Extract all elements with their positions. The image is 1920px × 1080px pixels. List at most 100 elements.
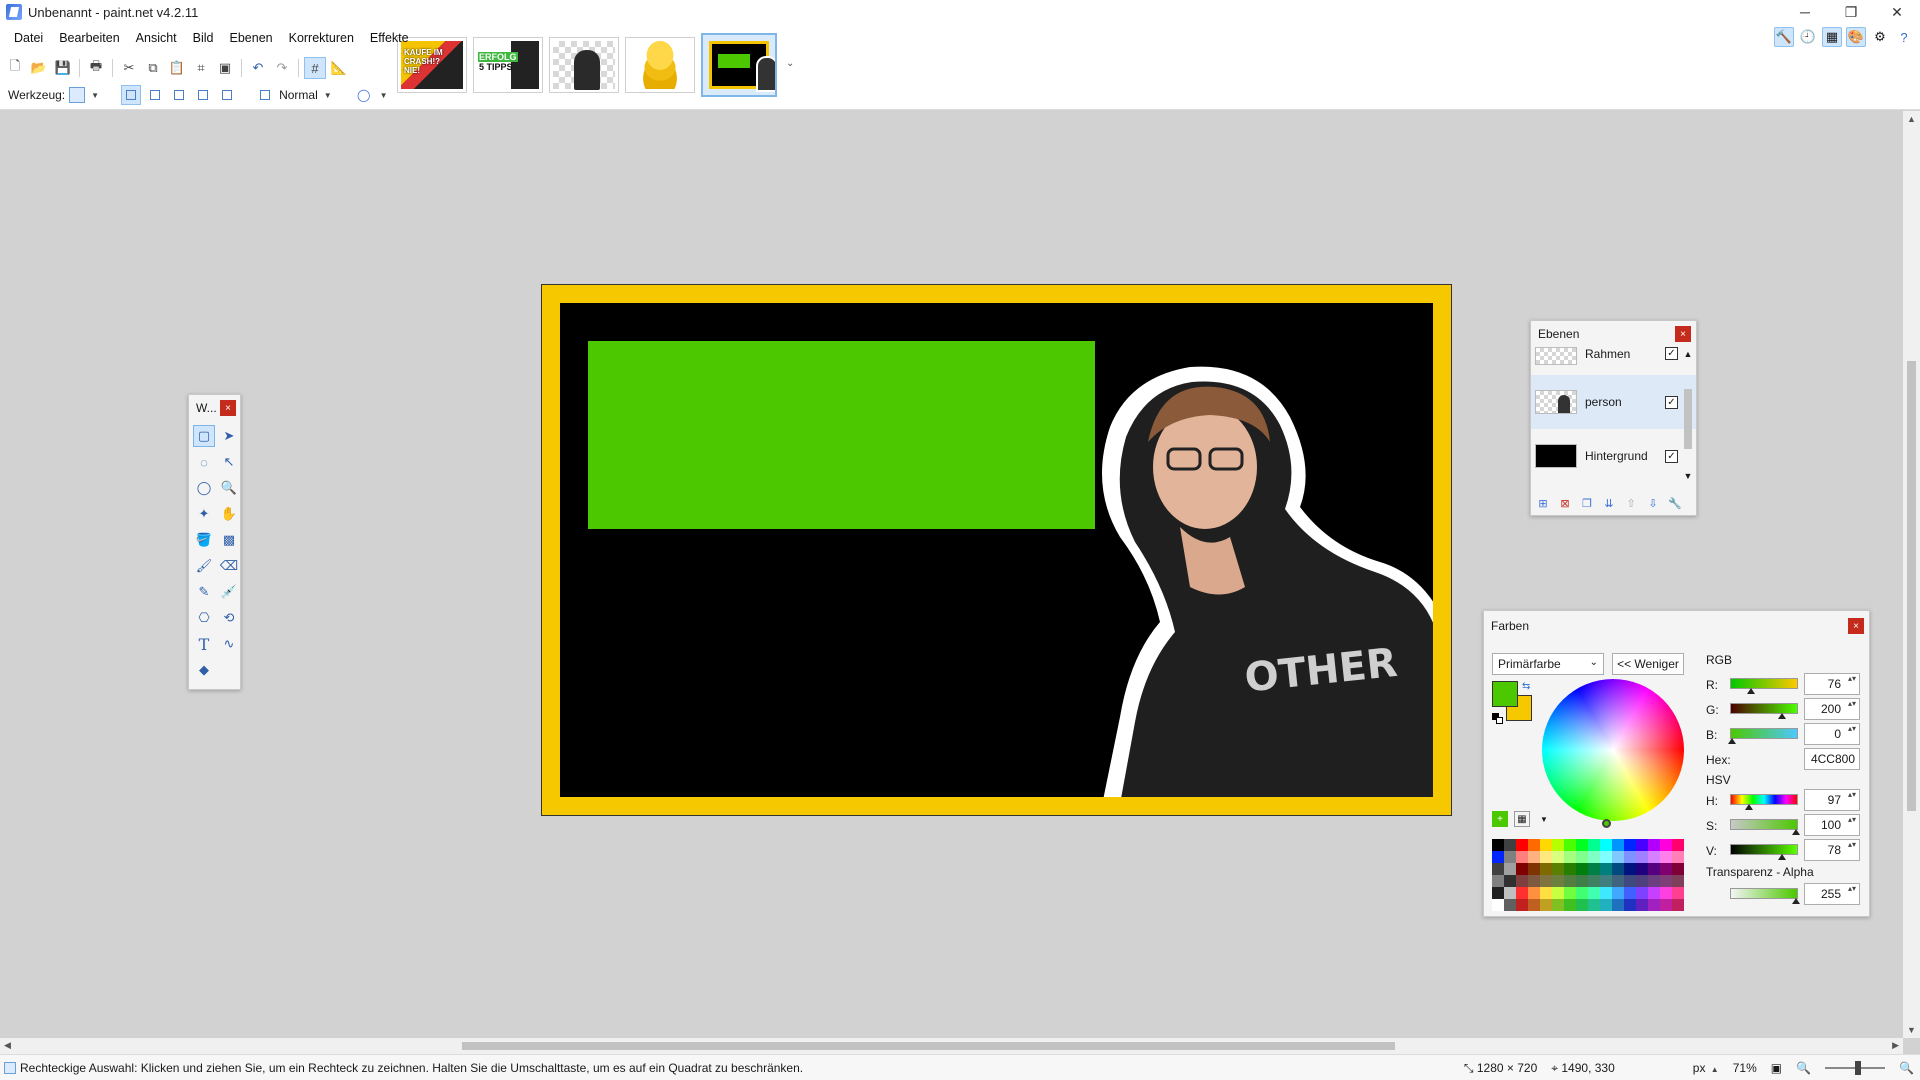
restore-button[interactable]: ❐	[1828, 0, 1874, 24]
pencil-icon[interactable]: ✎	[193, 581, 215, 603]
layers-window-header[interactable]: Ebenen ×	[1531, 321, 1696, 347]
b-value-input[interactable]: 0	[1804, 723, 1860, 745]
h-slider[interactable]	[1730, 794, 1798, 810]
redo-icon[interactable]: ↷	[271, 57, 293, 79]
g-value-input[interactable]: 200	[1804, 698, 1860, 720]
minimize-button[interactable]: ─	[1782, 0, 1828, 24]
selection-mode-intersect-icon[interactable]	[193, 85, 213, 105]
layers-scrollbar[interactable]: ▲ ▼	[1682, 349, 1694, 481]
h-value-input[interactable]: 97	[1804, 789, 1860, 811]
r-value-input[interactable]: 76	[1804, 673, 1860, 695]
zoom-level-text[interactable]: 71%	[1733, 1061, 1757, 1075]
layers-window-icon[interactable]: ▦	[1822, 27, 1842, 47]
copy-icon[interactable]: ⧉	[142, 57, 164, 79]
scroll-thumb[interactable]	[1684, 389, 1692, 449]
menu-effects[interactable]: Effekte	[362, 27, 417, 49]
colors-window-header[interactable]: Farben ×	[1484, 611, 1869, 641]
layer-properties-icon[interactable]: 🔧	[1667, 495, 1683, 511]
scroll-down-icon[interactable]: ▼	[1907, 1025, 1916, 1035]
close-button[interactable]: ✕	[1874, 0, 1920, 24]
b-slider[interactable]	[1728, 728, 1798, 744]
units-dropdown[interactable]: px ▲	[1693, 1061, 1719, 1075]
rectangle-select-icon[interactable]: ▢	[193, 425, 215, 447]
colors-window-icon[interactable]: 🎨	[1846, 27, 1866, 47]
paint-bucket-icon[interactable]: 🪣	[193, 529, 215, 551]
selection-mode-union-icon[interactable]	[145, 85, 165, 105]
cut-icon[interactable]: ✂	[118, 57, 140, 79]
image-thumb-3[interactable]	[549, 37, 619, 93]
image-canvas[interactable]: OTHER	[541, 284, 1452, 816]
undo-icon[interactable]: ↶	[247, 57, 269, 79]
gradient-icon[interactable]: ▩	[218, 529, 240, 551]
selection-mode-exclude-icon[interactable]	[169, 85, 189, 105]
palette-menu-icon[interactable]: ▦	[1514, 811, 1530, 827]
save-icon[interactable]: 💾	[52, 57, 74, 79]
menu-file[interactable]: Datei	[6, 27, 51, 49]
menu-image[interactable]: Bild	[185, 27, 222, 49]
move-selected-icon[interactable]: ➤	[218, 425, 240, 447]
reset-colors-icon[interactable]	[1492, 713, 1504, 725]
pan-hand-icon[interactable]: ✋	[218, 503, 240, 525]
zoom-icon[interactable]: 🔍	[218, 477, 240, 499]
delete-layer-icon[interactable]: ⊠	[1557, 495, 1573, 511]
duplicate-layer-icon[interactable]: ❐	[1579, 495, 1595, 511]
color-picker-icon[interactable]: 💉	[218, 581, 240, 603]
menu-adjustments[interactable]: Korrekturen	[281, 27, 362, 49]
layer-row-person[interactable]: person ✓	[1531, 375, 1696, 429]
vertical-scroll-thumb[interactable]	[1907, 361, 1916, 811]
selection-mode-replace-icon[interactable]	[121, 85, 142, 105]
grid-icon[interactable]: #	[304, 57, 326, 79]
palette-dropdown-icon[interactable]: ▼	[1536, 811, 1552, 827]
s-slider[interactable]	[1730, 819, 1800, 835]
shapes-icon[interactable]: ◆	[193, 659, 215, 681]
paste-icon[interactable]: 📋	[166, 57, 188, 79]
menu-edit[interactable]: Bearbeiten	[51, 27, 127, 49]
ellipse-select-icon[interactable]: ◯	[193, 477, 215, 499]
move-layer-down-icon[interactable]: ⇩	[1645, 495, 1661, 511]
crop-icon[interactable]: ⌗	[190, 57, 212, 79]
blend-mode-caret-icon[interactable]: ▼	[324, 91, 332, 100]
layer-row-hintergrund[interactable]: Hintergrund ✓	[1531, 429, 1696, 483]
deselect-icon[interactable]: ▣	[214, 57, 236, 79]
blend-mode-dropdown[interactable]: Normal	[279, 88, 318, 102]
add-layer-icon[interactable]: ⊞	[1535, 495, 1551, 511]
antialias-caret-icon[interactable]: ▼	[380, 91, 388, 100]
paintbrush-icon[interactable]: 🖌	[193, 555, 215, 577]
hex-value-input[interactable]: 4CC800	[1804, 748, 1860, 770]
layer-visibility-checkbox[interactable]: ✓	[1665, 347, 1678, 360]
v-value-input[interactable]: 78	[1804, 839, 1860, 861]
color-palette[interactable]	[1492, 839, 1684, 913]
eraser-icon[interactable]: ⌫	[218, 555, 240, 577]
magic-wand-icon[interactable]: ✦	[193, 503, 215, 525]
color-target-select[interactable]: Primärfarbe ⌄	[1492, 653, 1604, 675]
lasso-select-icon[interactable]: ◌	[193, 451, 215, 473]
layer-row-rahmen[interactable]: Rahmen ✓	[1531, 347, 1696, 375]
zoom-slider[interactable]	[1825, 1061, 1886, 1075]
image-thumb-5-active[interactable]	[701, 33, 777, 97]
colors-close-icon[interactable]: ×	[1848, 618, 1864, 634]
horizontal-scroll-thumb[interactable]	[462, 1042, 1395, 1050]
antialias-icon[interactable]: ◯	[354, 85, 374, 105]
tools-window-icon[interactable]: 🔨	[1774, 27, 1794, 47]
tools-window-header[interactable]: W... ×	[189, 395, 240, 421]
zoom-in-icon[interactable]: 🔍	[1899, 1061, 1914, 1075]
r-slider[interactable]	[1730, 678, 1798, 694]
menu-layers[interactable]: Ebenen	[222, 27, 281, 49]
new-file-icon[interactable]: 🗋	[4, 57, 26, 79]
recolor-icon[interactable]: ⟲	[218, 607, 240, 629]
scroll-up-icon[interactable]: ▲	[1682, 349, 1694, 359]
zoom-out-icon[interactable]: 🔍	[1796, 1061, 1811, 1075]
less-button[interactable]: << Weniger	[1612, 653, 1684, 675]
menu-view[interactable]: Ansicht	[128, 27, 185, 49]
layers-close-icon[interactable]: ×	[1675, 326, 1691, 342]
move-layer-up-icon[interactable]: ⇧	[1623, 495, 1639, 511]
color-wheel-marker[interactable]	[1602, 819, 1611, 828]
scroll-right-icon[interactable]: ▶	[1892, 1040, 1899, 1051]
zoom-to-window-icon[interactable]: ▣	[1771, 1061, 1782, 1075]
alpha-value-input[interactable]: 255	[1804, 883, 1860, 905]
scroll-left-icon[interactable]: ◀	[4, 1040, 11, 1051]
primary-color-swatch[interactable]	[1492, 681, 1518, 707]
vertical-scrollbar[interactable]: ▲ ▼	[1903, 111, 1920, 1038]
layer-visibility-checkbox[interactable]: ✓	[1665, 449, 1678, 463]
horizontal-scrollbar[interactable]: ◀ ▶	[0, 1038, 1903, 1054]
